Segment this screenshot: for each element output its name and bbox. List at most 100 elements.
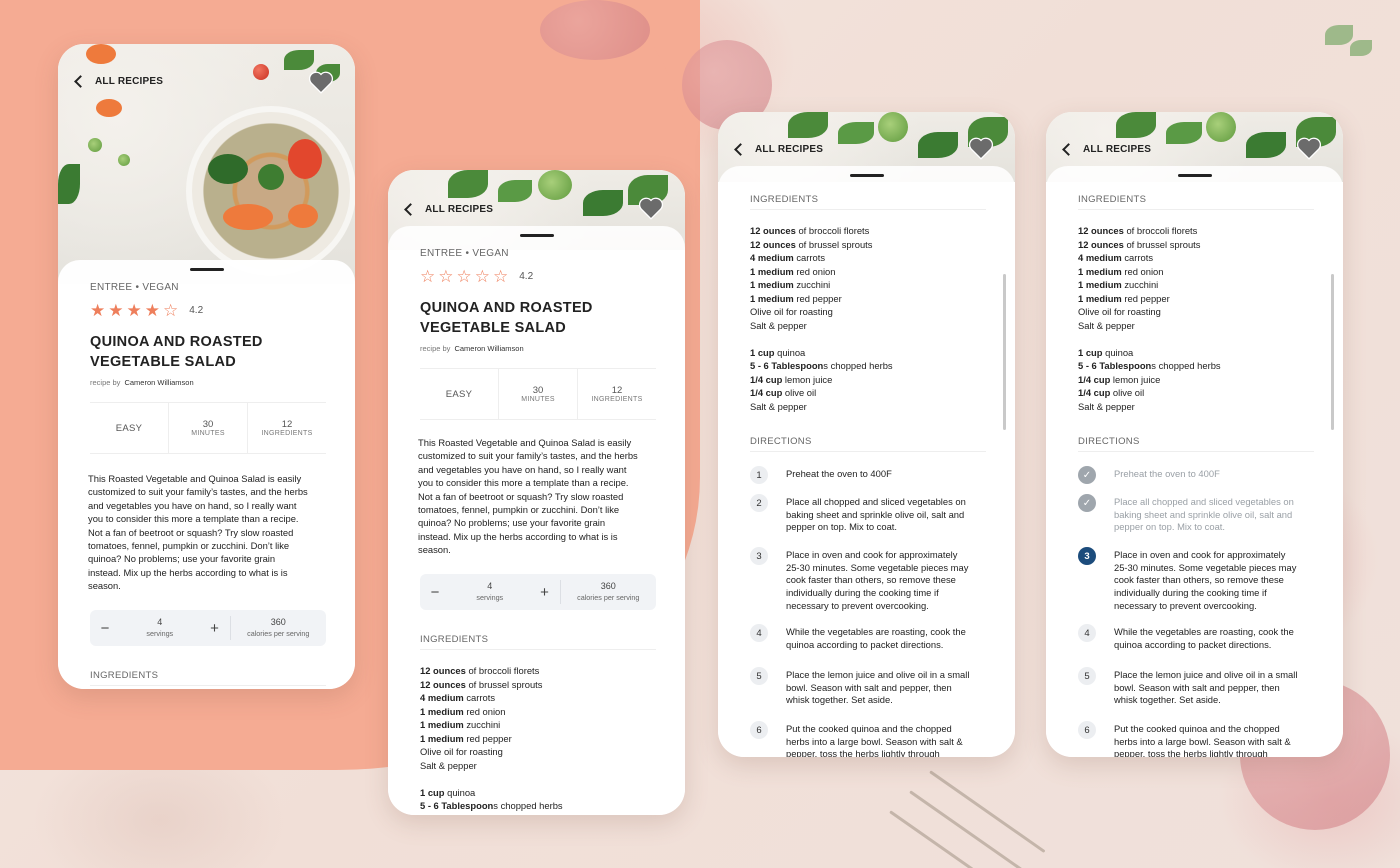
- servings-minus-button[interactable]: −: [90, 620, 120, 637]
- step-line: Place the lemon juice and olive oil in a…: [786, 669, 970, 680]
- ingredient-quantity: 1 cup: [420, 786, 445, 798]
- star-icon: ★: [126, 301, 142, 320]
- step-number-badge[interactable]: 4: [1078, 624, 1096, 642]
- back-button[interactable]: ALL RECIPES: [734, 143, 824, 156]
- scrollbar[interactable]: [1003, 274, 1006, 430]
- ingredient-name: of broccoli florets: [795, 225, 870, 236]
- heart-icon[interactable]: [308, 70, 334, 94]
- directions-header: DIRECTIONS: [1078, 436, 1314, 452]
- servings-plus-button[interactable]: +: [530, 584, 560, 601]
- description-line: quinoa? No problems; use your favorite g…: [418, 517, 606, 529]
- rating-value: 4.2: [189, 305, 204, 316]
- step-line: pepper, toss the herbs lightly through: [786, 748, 940, 757]
- step-number-badge[interactable]: 2: [750, 494, 768, 512]
- step-line: Put the cooked quinoa and the chopped: [786, 723, 952, 734]
- time-stat: 30 MINUTES: [499, 369, 578, 419]
- recipe-description: This Roasted Vegetable and Quinoa Salad …: [418, 436, 668, 557]
- ingredient-item: 5 - 6 Tablespoons chopped herbs: [750, 359, 893, 373]
- description-line: customized to suit your family’s tastes,…: [88, 486, 308, 498]
- recipe-byline: recipe by Cameron Williamson: [420, 344, 524, 353]
- recipe-sheet[interactable]: INGREDIENTS 12 ounces of broccoli floret…: [1046, 166, 1343, 757]
- star-icon: ★: [108, 301, 124, 320]
- step-line: herbs into a large bowl. Season with sal…: [786, 735, 963, 747]
- step-line: whisk together. Set aside.: [786, 694, 893, 706]
- recipe-sheet[interactable]: ENTREE • VEGAN ☆ ☆ ☆ ☆ ☆ 4.2 QUINOA AND …: [388, 226, 685, 815]
- ingredient-name: lemon juice: [1110, 373, 1161, 385]
- ingredient-quantity: 4 medium: [420, 692, 464, 703]
- step-line: Place the lemon juice and olive oil in a…: [1114, 669, 1298, 680]
- rating-stars: ☆ ☆ ☆ ☆ ☆ 4.2: [420, 268, 533, 285]
- recipe-title: QUINOA AND ROASTED VEGETABLE SALAD: [90, 334, 263, 370]
- ingredient-name: s chopped herbs: [493, 800, 563, 811]
- recipe-byline: recipe by Cameron Williamson: [90, 378, 194, 387]
- checkmark-icon[interactable]: ✓: [1078, 494, 1096, 512]
- ingredient-name: s chopped herbs: [1151, 360, 1221, 371]
- ingredient-quantity: 1 medium: [420, 732, 464, 744]
- ingredient-name: zucchini: [1121, 279, 1159, 290]
- ingredient-name: of brussel sprouts: [1123, 238, 1201, 250]
- step-number-badge[interactable]: 5: [1078, 667, 1096, 685]
- checkmark-icon[interactable]: ✓: [1078, 466, 1096, 484]
- step-line: necessary to prevent overcooking.: [1114, 599, 1257, 611]
- back-button[interactable]: ALL RECIPES: [74, 75, 163, 88]
- servings-plus-button[interactable]: +: [200, 620, 230, 637]
- ingredient-name: quinoa: [444, 786, 476, 798]
- sheet-handle[interactable]: [849, 174, 884, 177]
- heart-icon[interactable]: [1296, 136, 1322, 160]
- step-line: 25-30 minutes. Some vegetable pieces may: [1114, 561, 1297, 573]
- ingredient-item: 12 ounces of brussel sprouts: [420, 678, 563, 692]
- ingredient-name: red onion: [793, 265, 836, 277]
- time-stat: 30 MINUTES: [169, 403, 248, 453]
- back-button[interactable]: ALL RECIPES: [1062, 143, 1151, 156]
- back-button[interactable]: ALL RECIPES: [404, 203, 493, 216]
- servings-value: 4 servings: [476, 581, 504, 602]
- servings-value: 4 servings: [146, 617, 174, 638]
- ingredient-name: of broccoli florets: [1123, 225, 1198, 236]
- ingredient-item: 1 medium red pepper: [750, 292, 893, 306]
- ingredient-quantity: 1 medium: [1078, 292, 1122, 304]
- step-number-badge[interactable]: 3: [750, 547, 768, 565]
- ingredient-quantity: 1 medium: [750, 265, 794, 277]
- scrollbar[interactable]: [1331, 274, 1334, 430]
- description-line: you to consider this more a template tha…: [418, 477, 629, 489]
- step-line: Put the cooked quinoa and the chopped: [1114, 723, 1280, 734]
- ingredient-item: Salt & pepper: [750, 400, 893, 414]
- recipe-sheet[interactable]: ENTREE • VEGAN ★ ★ ★ ★ ☆ 4.2 QUINOA AND …: [58, 260, 355, 689]
- sheet-handle[interactable]: [189, 268, 224, 271]
- heart-icon[interactable]: [638, 196, 664, 220]
- step-text: Preheat the oven to 400F: [1114, 468, 1324, 481]
- recipe-title: QUINOA AND ROASTED VEGETABLE SALAD: [420, 300, 593, 336]
- sheet-handle[interactable]: [519, 234, 554, 237]
- ingredient-quantity: 1/4 cup: [1078, 387, 1111, 398]
- ingredient-item: 1 medium red onion: [1078, 265, 1221, 279]
- step-number-badge[interactable]: 1: [750, 466, 768, 484]
- step-number-badge[interactable]: 3: [1078, 547, 1096, 565]
- ingredient-name: carrots: [1121, 252, 1154, 263]
- description-line: This Roasted Vegetable and Quinoa Salad …: [418, 437, 632, 448]
- recipe-sheet[interactable]: INGREDIENTS 12 ounces of broccoli floret…: [718, 166, 1015, 757]
- step-line: bowl. Season with salt and pepper, then: [1114, 681, 1280, 693]
- phone-recipe-scrolled: ALL RECIPES ENTREE • VEGAN ☆ ☆ ☆ ☆ ☆ 4.2…: [388, 170, 685, 815]
- phone-recipe-progress: ALL RECIPES INGREDIENTS 12 ounces of bro…: [1046, 112, 1343, 757]
- step-text: Put the cooked quinoa and the chopped her…: [786, 723, 996, 757]
- ingredient-quantity: 1 cup: [750, 346, 775, 358]
- step-line: 25-30 minutes. Some vegetable pieces may: [786, 561, 969, 573]
- step-line: Place in oven and cook for approximately: [786, 549, 958, 560]
- step-text: While the vegetables are roasting, cook …: [1114, 626, 1324, 651]
- step-number-badge[interactable]: 5: [750, 667, 768, 685]
- back-label: ALL RECIPES: [755, 144, 824, 155]
- step-text: Place the lemon juice and olive oil in a…: [1114, 669, 1324, 707]
- step-number-badge[interactable]: 6: [1078, 721, 1096, 739]
- servings-minus-button[interactable]: −: [420, 584, 450, 601]
- heart-icon[interactable]: [968, 136, 994, 160]
- ingredient-item: 1 medium zucchini: [420, 718, 563, 732]
- sheet-handle[interactable]: [1177, 174, 1212, 177]
- ingredient-quantity: 1 medium: [420, 719, 464, 730]
- ingredient-name: quinoa: [774, 346, 806, 358]
- step-number-badge[interactable]: 6: [750, 721, 768, 739]
- ingredient-quantity: 1 medium: [750, 279, 794, 290]
- step-line: While the vegetables are roasting, cook …: [786, 626, 966, 637]
- calories-info: 360 calories per serving: [577, 581, 640, 602]
- description-line: season.: [88, 580, 121, 592]
- step-number-badge[interactable]: 4: [750, 624, 768, 642]
